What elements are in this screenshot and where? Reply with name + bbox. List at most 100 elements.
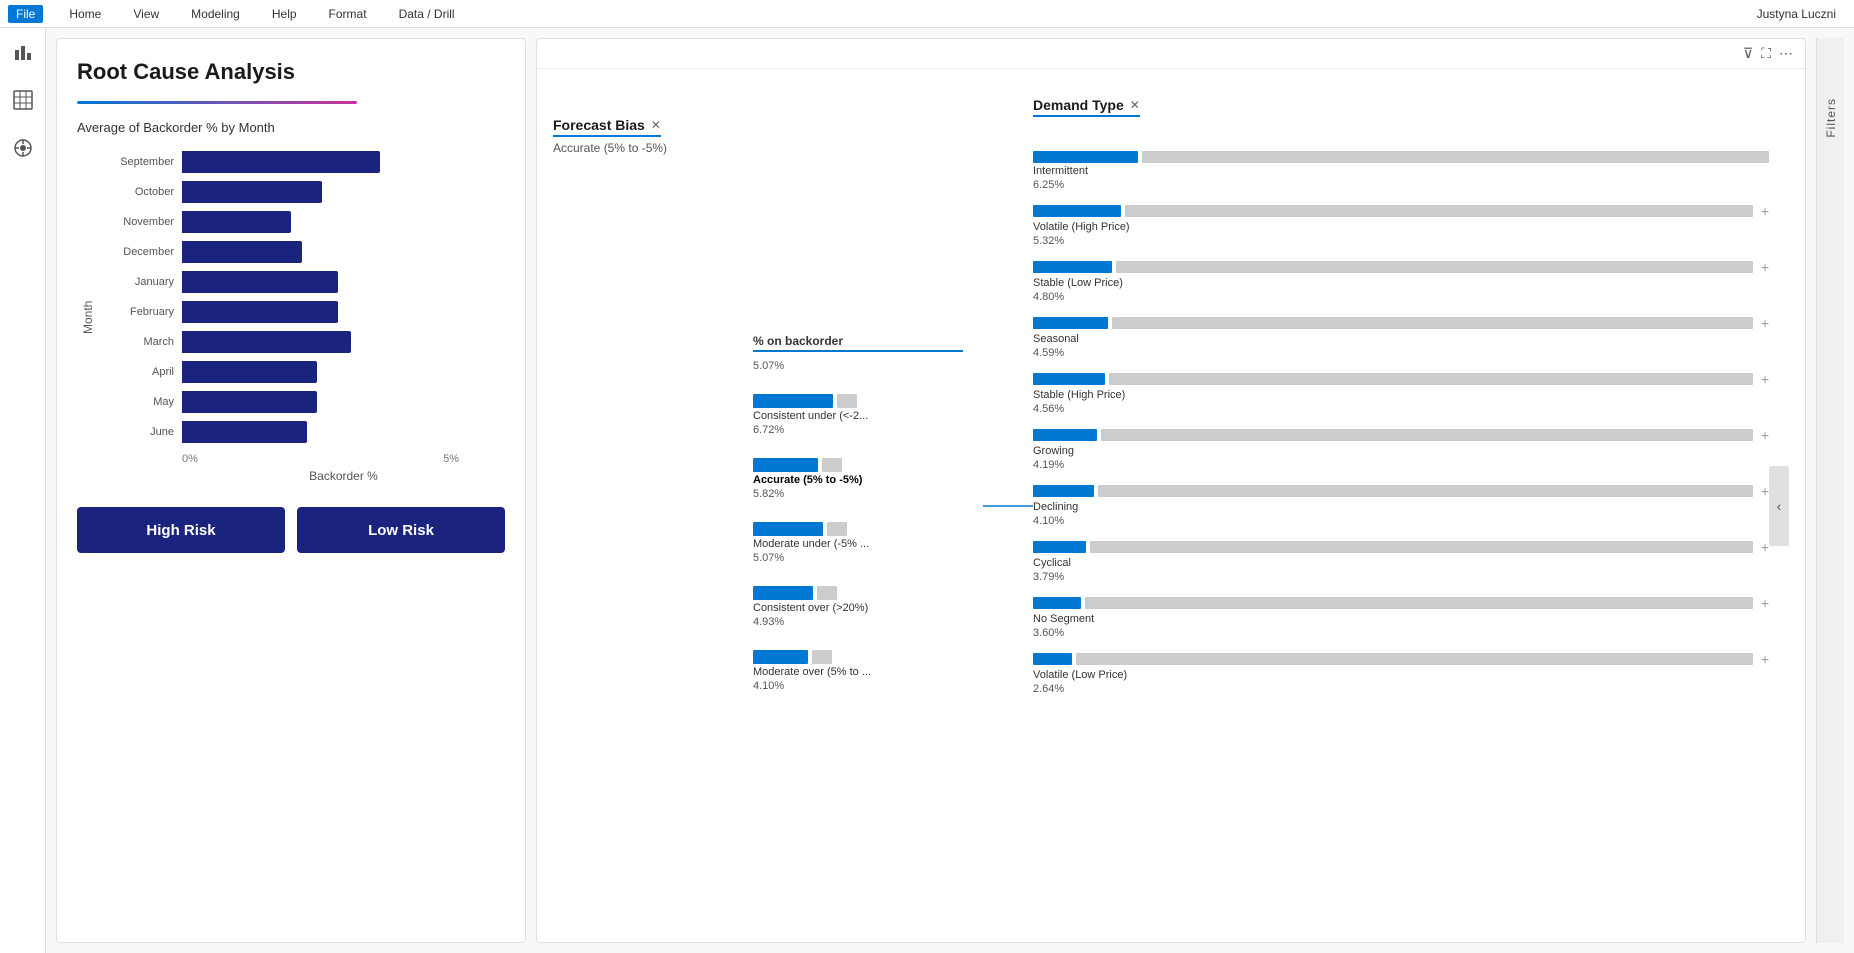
- demand-value: 5.32%: [1033, 235, 1769, 247]
- demand-item: + Volatile (High Price) 5.32%: [1033, 203, 1769, 247]
- demand-bar-gray: [1142, 151, 1770, 163]
- bar-row: October: [99, 181, 505, 203]
- decomp-node[interactable]: Moderate over (5% to ... 4.10%: [753, 644, 963, 698]
- forecast-bias-close[interactable]: ✕: [651, 118, 661, 132]
- add-icon[interactable]: +: [1761, 595, 1769, 611]
- demand-label: Seasonal: [1033, 333, 1769, 345]
- demand-bar-blue: [1033, 317, 1108, 329]
- decomp-node[interactable]: Moderate under (-5% ... 5.07%: [753, 516, 963, 570]
- root-cause-panel: Root Cause Analysis Average of Backorder…: [56, 38, 526, 943]
- add-icon[interactable]: +: [1761, 259, 1769, 275]
- node-value: 6.72%: [753, 424, 963, 436]
- demand-value: 6.25%: [1033, 179, 1769, 191]
- node-bar-gray: [817, 586, 837, 600]
- demand-label: No Segment: [1033, 613, 1769, 625]
- demand-bar-blue: [1033, 541, 1086, 553]
- expand-button[interactable]: ‹: [1769, 466, 1789, 546]
- menu-modeling[interactable]: Modeling: [185, 7, 246, 21]
- decomp-nodes: Consistent under (<-2... 6.72% Accurate …: [753, 388, 963, 708]
- demand-bar-row: +: [1033, 539, 1769, 555]
- x-tick-0: 0%: [182, 453, 198, 465]
- drill-icon[interactable]: [9, 134, 37, 162]
- node-bar-fill: [753, 586, 813, 600]
- bar-row: June: [99, 421, 505, 443]
- demand-value: 3.60%: [1033, 627, 1769, 639]
- menu-home[interactable]: Home: [63, 7, 107, 21]
- bar-row: May: [99, 391, 505, 413]
- bar-label: January: [99, 276, 174, 288]
- bar-row: April: [99, 361, 505, 383]
- decomp-node[interactable]: Accurate (5% to -5%) 5.82%: [753, 452, 963, 506]
- demand-bar-row: +: [1033, 483, 1769, 499]
- bar-row: February: [99, 301, 505, 323]
- low-risk-button[interactable]: Low Risk: [297, 507, 505, 553]
- node-label: Consistent over (>20%): [753, 602, 963, 614]
- node-bar-row: [753, 458, 963, 472]
- node-bar-gray: [837, 394, 857, 408]
- demand-bar-gray: [1112, 317, 1753, 329]
- demand-item: + Stable (Low Price) 4.80%: [1033, 259, 1769, 303]
- node-value: 5.07%: [753, 552, 963, 564]
- node-bar-fill: [753, 650, 808, 664]
- more-options-icon[interactable]: ⋯: [1779, 45, 1793, 62]
- menu-file[interactable]: File: [8, 5, 43, 23]
- add-icon[interactable]: +: [1761, 315, 1769, 331]
- demand-item: + Stable (High Price) 4.56%: [1033, 371, 1769, 415]
- decomp-col-1: Forecast Bias ✕ Accurate (5% to -5%): [553, 85, 753, 926]
- filter-icon[interactable]: ⊽: [1743, 45, 1753, 62]
- bar-fill: [182, 391, 317, 413]
- node-bar-fill: [753, 458, 818, 472]
- demand-bar-row: +: [1033, 315, 1769, 331]
- chevron-left-icon: ‹: [1777, 498, 1782, 514]
- demand-bar-blue: [1033, 429, 1097, 441]
- user-name: Justyna Luczni: [1757, 7, 1836, 21]
- high-risk-button[interactable]: High Risk: [77, 507, 285, 553]
- demand-bar-blue: [1033, 205, 1121, 217]
- bar-track: [182, 211, 505, 233]
- demand-item: + Cyclical 3.79%: [1033, 539, 1769, 583]
- title-underline: [77, 101, 357, 104]
- add-icon[interactable]: +: [1761, 427, 1769, 443]
- demand-type-close[interactable]: ✕: [1130, 98, 1140, 112]
- bar-label: February: [99, 306, 174, 318]
- icon-sidebar: [0, 28, 46, 953]
- bar-chart-icon[interactable]: [9, 38, 37, 66]
- add-icon[interactable]: +: [1761, 371, 1769, 387]
- node-label: Consistent under (<-2...: [753, 410, 963, 422]
- add-icon[interactable]: +: [1761, 203, 1769, 219]
- bar-label: November: [99, 216, 174, 228]
- forecast-bias-label: Forecast Bias: [553, 117, 645, 133]
- backorder-filter-value: 5.07%: [753, 360, 963, 372]
- demand-bar-blue: [1033, 151, 1138, 163]
- forecast-bias-value: Accurate (5% to -5%): [553, 141, 743, 155]
- fullscreen-icon[interactable]: ⛶: [1761, 45, 1771, 62]
- add-icon[interactable]: +: [1761, 483, 1769, 499]
- demand-bar-row: +: [1033, 651, 1769, 667]
- bar-fill: [182, 361, 317, 383]
- bar-fill: [182, 301, 338, 323]
- node-value: 4.10%: [753, 680, 963, 692]
- add-icon[interactable]: +: [1761, 539, 1769, 555]
- node-bar-gray: [822, 458, 842, 472]
- demand-label: Declining: [1033, 501, 1769, 513]
- add-icon[interactable]: +: [1761, 651, 1769, 667]
- decomp-node[interactable]: Consistent over (>20%) 4.93%: [753, 580, 963, 634]
- x-axis-label: Backorder %: [99, 469, 505, 483]
- demand-value: 4.19%: [1033, 459, 1769, 471]
- forecast-bias-filter: Forecast Bias ✕: [553, 115, 661, 137]
- menu-help[interactable]: Help: [266, 7, 303, 21]
- menu-format[interactable]: Format: [323, 7, 373, 21]
- node-bar-row: [753, 586, 963, 600]
- demand-value: 4.56%: [1033, 403, 1769, 415]
- bar-fill: [182, 151, 380, 173]
- bar-fill: [182, 241, 302, 263]
- decomp-node[interactable]: Consistent under (<-2... 6.72%: [753, 388, 963, 442]
- demand-bar-gray: [1125, 205, 1753, 217]
- table-icon[interactable]: [9, 86, 37, 114]
- bar-fill: [182, 181, 322, 203]
- menu-data-drill[interactable]: Data / Drill: [393, 7, 461, 21]
- menu-view[interactable]: View: [127, 7, 165, 21]
- demand-bar-blue: [1033, 653, 1072, 665]
- demand-bar-blue: [1033, 373, 1105, 385]
- demand-bar-row: +: [1033, 259, 1769, 275]
